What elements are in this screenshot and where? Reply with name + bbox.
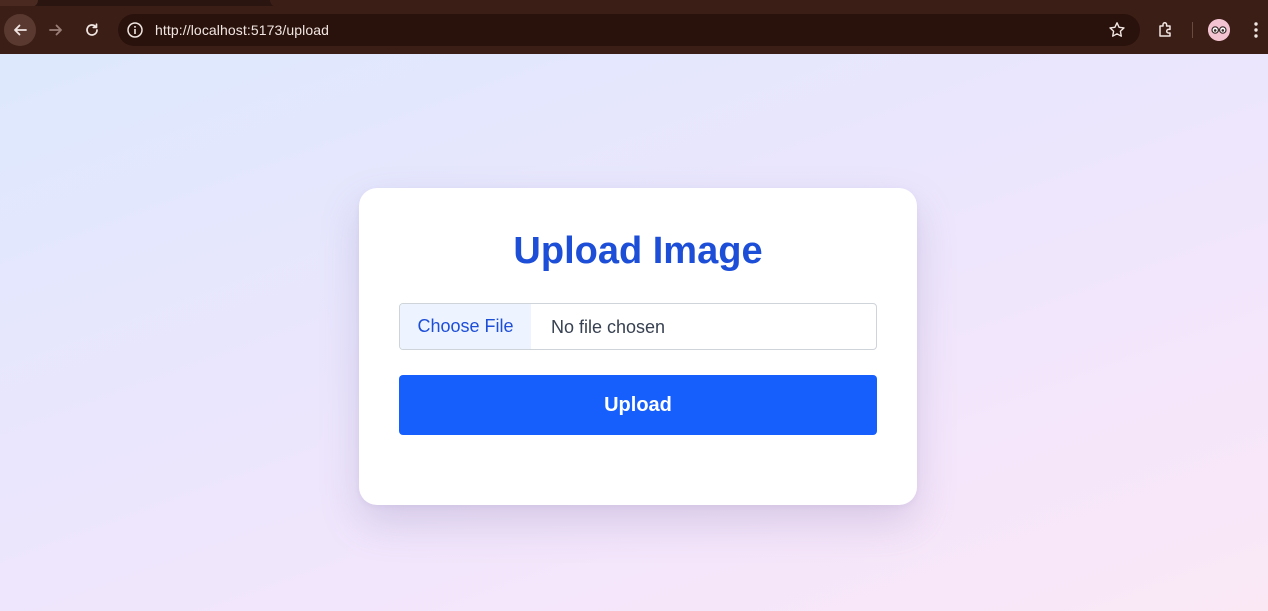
choose-file-button[interactable]: Choose File — [400, 304, 531, 349]
kebab-menu-icon[interactable] — [1246, 20, 1266, 40]
forward-arrow-icon — [49, 24, 62, 36]
toolbar-divider — [1192, 22, 1193, 38]
star-icon[interactable] — [1108, 21, 1126, 39]
file-status-text: No file chosen — [551, 317, 666, 337]
page-title: Upload Image — [513, 230, 763, 272]
info-icon[interactable] — [126, 21, 144, 39]
reload-icon — [86, 23, 98, 36]
file-input[interactable]: Choose File No file chosen — [399, 303, 877, 350]
browser-toolbar: http://localhost:5173/upload — [0, 6, 1268, 54]
url-text[interactable]: http://localhost:5173/upload — [155, 22, 329, 38]
address-bar[interactable]: http://localhost:5173/upload — [118, 14, 1140, 46]
back-arrow-icon — [14, 24, 27, 36]
puzzle-icon[interactable] — [1156, 20, 1176, 40]
forward-button[interactable] — [40, 14, 72, 46]
avatar[interactable] — [1208, 19, 1230, 41]
avatar-glasses-icon — [1208, 19, 1230, 41]
upload-button[interactable]: Upload — [399, 375, 877, 435]
reload-button[interactable] — [76, 14, 108, 46]
page-viewport: Upload Image Choose File No file chosen … — [0, 54, 1268, 611]
back-button[interactable] — [4, 14, 36, 46]
upload-card: Upload Image Choose File No file chosen … — [359, 188, 917, 505]
